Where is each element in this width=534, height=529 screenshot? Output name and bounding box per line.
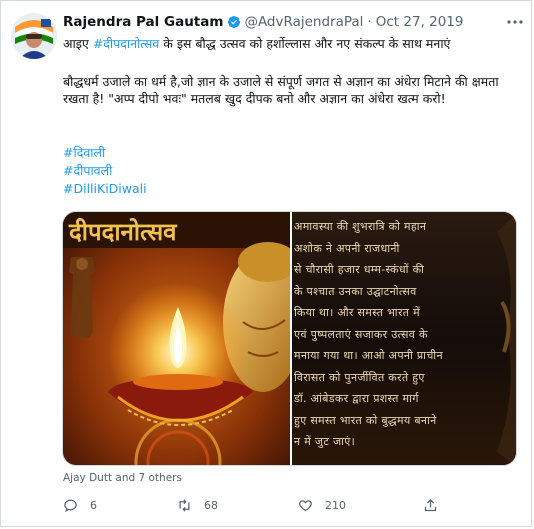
text-segment: के इस बौद्ध उत्सव को हर्शोल्लास और नए सं… [159,36,451,51]
media-text-line: डॉ. आंबेडकर द्वारा प्रशस्त मार्ग [294,392,419,405]
media-text-line: मनाया गया था। आओ अपनी प्राचीन [294,349,443,362]
heart-icon [299,499,312,511]
author-name[interactable]: Rajendra Pal Gautam [63,14,223,30]
share-icon [424,498,437,511]
text-segment: आइए [63,36,93,51]
media-image-diya[interactable]: दीपदानोत्सव [63,212,303,465]
media-text-line: विरासत को पुनर्जीवित करते हुए [294,370,425,384]
media-text-line: किया था। और समस्त भारत में [294,306,420,319]
tagged-people[interactable]: Ajay Dutt and 7 others [63,472,182,484]
media-grid: दीपदानोत्सव अमावस्या की शुभरात्रि को महा… [62,211,517,466]
more-options-icon[interactable] [504,14,526,32]
avatar-image [11,13,57,59]
hashtag-link[interactable]: #दीपावली [63,162,513,179]
media-text-line: अमावस्या की शुभरात्रि को महान [294,220,427,233]
verified-badge-icon [227,15,241,29]
hashtag-link[interactable]: #दीपदानोत्सव [93,36,159,51]
hashtag-link[interactable]: #DilliKiDiwali [63,180,513,197]
media-text-line: के पश्चात उनका उद्घाटनोत्सव [294,284,417,298]
share-button[interactable] [423,492,450,518]
like-button[interactable]: 210 [298,492,346,518]
date-separator: · [367,14,372,30]
retweet-button[interactable]: 68 [177,492,218,518]
media-text-line: हुए समस्त भारत को बुद्धमय बनाने [294,413,437,427]
media-image-text[interactable]: अमावस्या की शुभरात्रि को महान अशोक ने अपन… [292,212,516,465]
author-handle[interactable]: @AdvRajendraPal [244,14,363,30]
tweet-header: Rajendra Pal Gautam @AdvRajendraPal · Oc… [63,14,503,30]
reply-button[interactable]: 6 [63,492,97,518]
tweet-text-paragraph: बौद्धधर्म उजाले का धर्म है,जो ज्ञान के उ… [63,74,499,106]
tweet-actions: 6 68 210 [63,492,513,518]
reply-icon [64,499,77,512]
tweet-text-line1: आइए #दीपदानोत्सव के इस बौद्ध उत्सव को हर… [63,35,513,52]
media-banner-text: दीपदानोत्सव [68,218,178,246]
media-text-line: से चौरासी हजार धम्म-स्कंधों की [294,263,425,276]
retweet-count: 68 [204,498,218,512]
avatar[interactable] [11,13,57,59]
media-text-line: अशोक ने अपनी राजधानी [294,241,400,255]
like-count: 210 [325,498,346,512]
media-text-line: न में जुट जाएं। [294,435,356,448]
tweet-date[interactable]: Oct 27, 2019 [376,14,464,30]
reply-count: 6 [90,498,97,512]
retweet-icon [179,498,190,512]
media-text-line: एवं पुष्पलताएं सजाकर उत्सव के [294,327,428,341]
media-text-lines: अमावस्या की शुभरात्रि को महान अशोक ने अपन… [292,216,514,453]
hashtag-link[interactable]: #दिवाली [63,144,513,161]
